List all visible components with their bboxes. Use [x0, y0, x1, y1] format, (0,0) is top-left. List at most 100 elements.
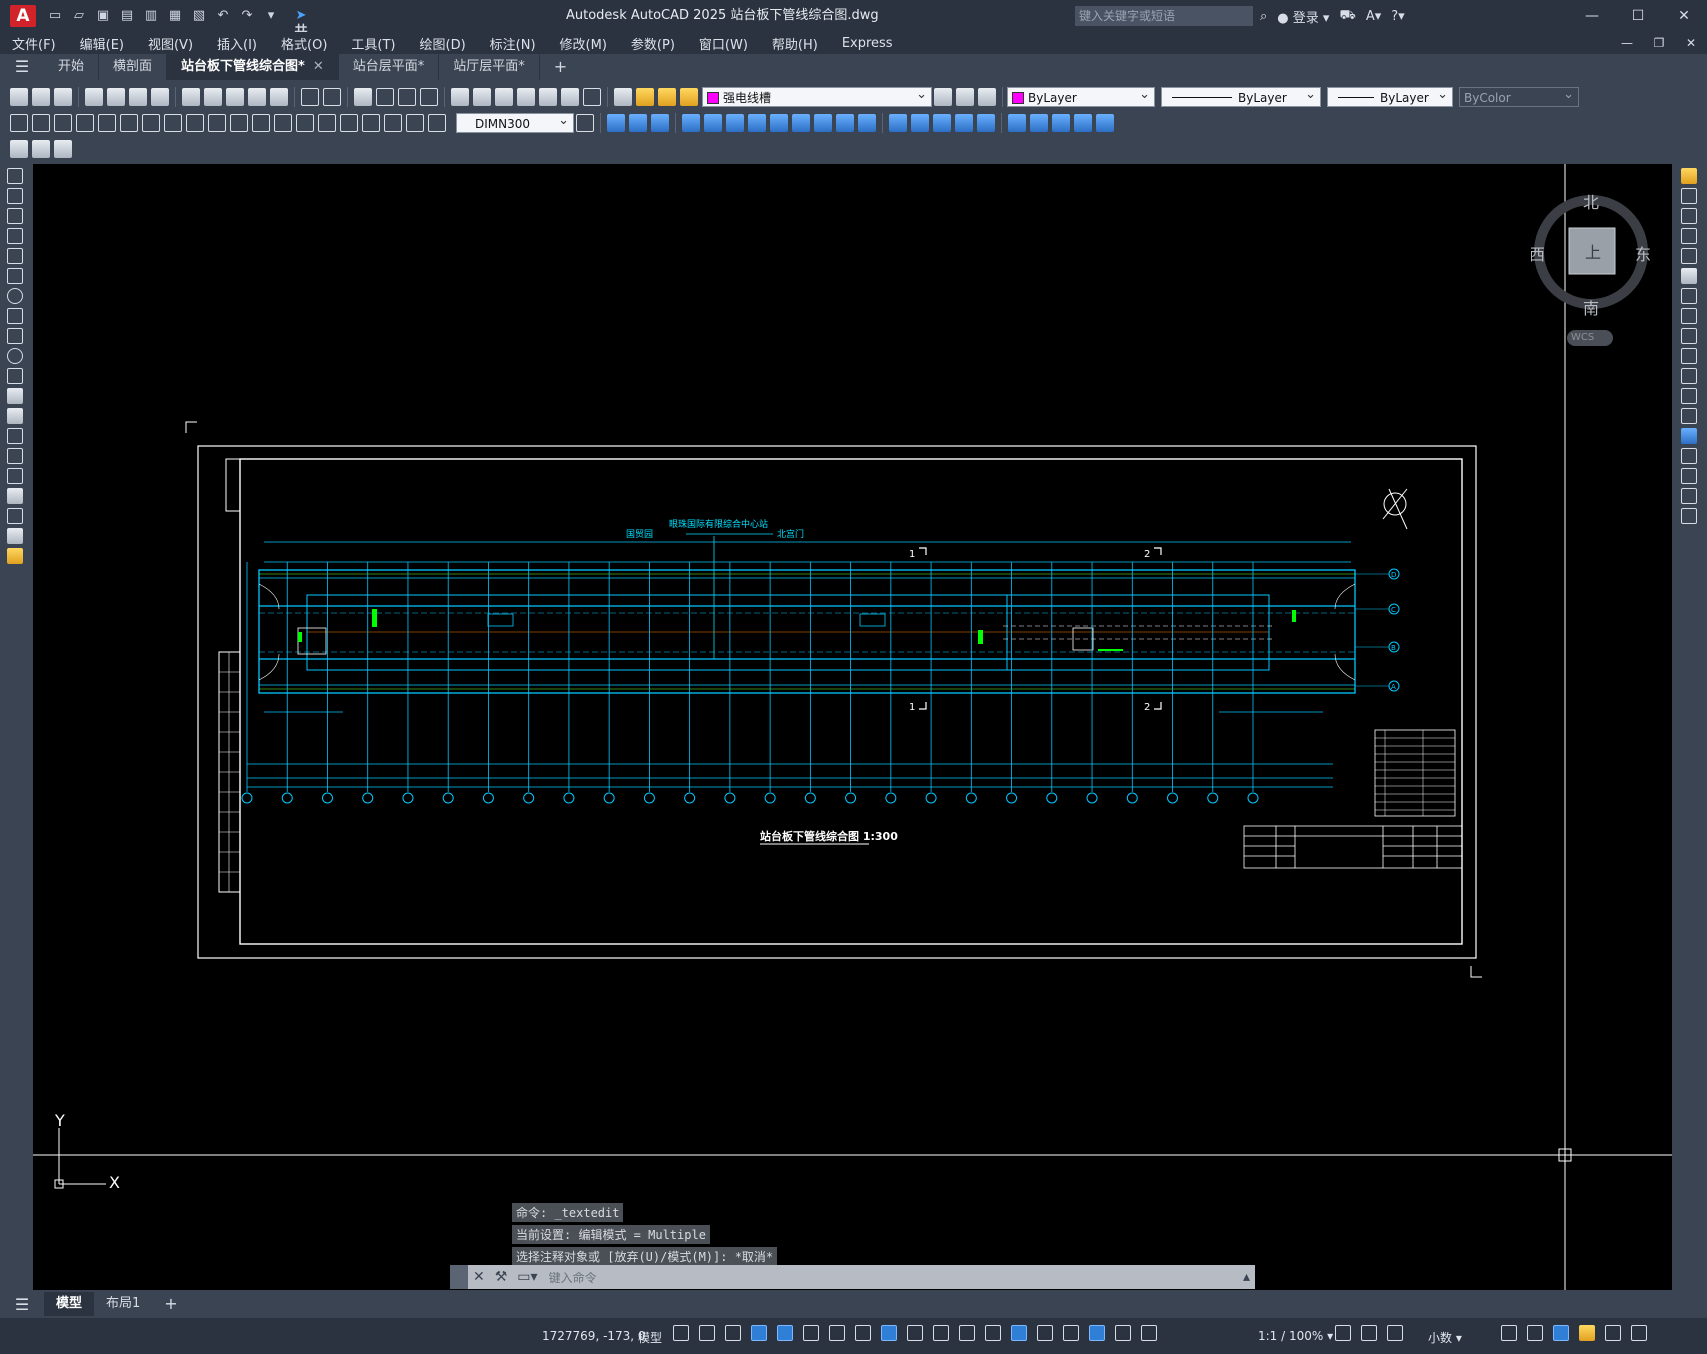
object-snap-tracking-icon[interactable]: [855, 1325, 871, 1341]
layer-freeze-sun-icon[interactable]: [658, 88, 676, 106]
new-file-icon[interactable]: ▭: [46, 8, 64, 24]
spline-icon[interactable]: [7, 328, 23, 344]
maximize-icon[interactable]: ☐: [1615, 0, 1661, 32]
markup-icon[interactable]: [539, 88, 557, 106]
zoom-previous-icon[interactable]: [420, 88, 438, 106]
annotation-scale-dropdown[interactable]: 1:1 / 100% ▾: [1258, 1329, 1333, 1343]
help-toolbar-icon[interactable]: [583, 88, 601, 106]
mirror-icon[interactable]: [1681, 208, 1697, 224]
command-line-grip[interactable]: [450, 1265, 468, 1289]
help-icon[interactable]: ?▾: [1391, 9, 1404, 24]
multiline-text-icon[interactable]: [7, 528, 23, 544]
isolate-objects-icon[interactable]: [1553, 1325, 1569, 1341]
viewcube-north[interactable]: 北: [1583, 193, 1599, 212]
plotstyle-dropdown[interactable]: ByColor: [1459, 85, 1579, 107]
ellipse-arc-icon[interactable]: [7, 368, 23, 384]
ordinate-dim-icon[interactable]: [76, 114, 94, 132]
dim-update-icon[interactable]: [428, 114, 446, 132]
paste-icon[interactable]: [226, 88, 244, 106]
visual-style-realistic-icon[interactable]: [955, 114, 973, 132]
layer-previous-icon[interactable]: [956, 88, 974, 106]
pdf-icon[interactable]: [151, 88, 169, 106]
linetype-dropdown[interactable]: ByLayer: [1161, 85, 1321, 107]
command-history-toggle-icon[interactable]: ▴: [1243, 1269, 1250, 1285]
tab-cross-section[interactable]: 横剖面: [99, 54, 168, 80]
redo-toolbar-icon[interactable]: [323, 88, 341, 106]
mesh-crease-icon[interactable]: [54, 140, 72, 158]
print-icon[interactable]: [85, 88, 103, 106]
tolerance-icon[interactable]: [296, 114, 314, 132]
ellipse-icon[interactable]: [7, 348, 23, 364]
login-button[interactable]: ● 登录 ▾: [1277, 7, 1329, 26]
infer-constraints-icon[interactable]: [725, 1325, 741, 1341]
annotation-visibility-icon[interactable]: [1089, 1325, 1105, 1341]
annotation-scale-icon[interactable]: [1141, 1325, 1157, 1341]
doc-close-icon[interactable]: ✕: [1675, 32, 1707, 54]
grid-icon[interactable]: [673, 1325, 689, 1341]
sheet-set-icon[interactable]: [517, 88, 535, 106]
print-preview-icon[interactable]: [107, 88, 125, 106]
object-snap-icon[interactable]: [881, 1325, 897, 1341]
blend-curves-icon[interactable]: [1681, 488, 1697, 504]
redo-icon[interactable]: ↷: [238, 8, 256, 24]
save-toolbar-icon[interactable]: [54, 88, 72, 106]
dynamic-ucs-icon[interactable]: [1011, 1325, 1027, 1341]
copy-object-icon[interactable]: [1681, 188, 1697, 204]
gradient-icon[interactable]: [7, 468, 23, 484]
menu-express[interactable]: Express: [830, 36, 905, 51]
clean-screen-icon[interactable]: [1605, 1325, 1621, 1341]
stretch-icon[interactable]: [1681, 328, 1697, 344]
web-save-icon[interactable]: ▦: [166, 8, 184, 24]
tool-palettes-icon[interactable]: [495, 88, 513, 106]
recent-commands-icon[interactable]: ▭▾: [517, 1269, 537, 1285]
attach-xref-icon[interactable]: [1052, 114, 1070, 132]
layer-states-icon[interactable]: [978, 88, 996, 106]
ucs-world-icon[interactable]: [704, 114, 722, 132]
command-input[interactable]: 键入命令: [549, 1269, 597, 1286]
new-icon[interactable]: [10, 88, 28, 106]
line-icon[interactable]: [7, 168, 23, 184]
units-icon[interactable]: [1387, 1325, 1403, 1341]
units-dropdown[interactable]: 小数 ▾: [1428, 1329, 1462, 1346]
ucs-view-icon[interactable]: [792, 114, 810, 132]
layout-menu-icon[interactable]: ☰: [0, 1295, 44, 1314]
dim-style-manager-icon[interactable]: [576, 114, 594, 132]
minimize-icon[interactable]: —: [1569, 0, 1615, 32]
ucs-3point-icon[interactable]: [858, 114, 876, 132]
tab-start[interactable]: 开始: [44, 54, 100, 80]
ucs-object-icon[interactable]: [770, 114, 788, 132]
jogged-dim-icon[interactable]: [120, 114, 138, 132]
doc-minimize-icon[interactable]: —: [1611, 32, 1643, 54]
tab-layout1[interactable]: 布局1: [94, 1292, 152, 1316]
table-icon[interactable]: [7, 508, 23, 524]
dimstyle-dropdown[interactable]: DIMN300: [456, 111, 574, 133]
search-icon[interactable]: ⌕: [1260, 9, 1267, 24]
make-block-icon[interactable]: [1030, 114, 1048, 132]
fillet-icon[interactable]: [1681, 468, 1697, 484]
construction-line-icon[interactable]: [7, 188, 23, 204]
dim-break-icon[interactable]: [274, 114, 292, 132]
transparency-icon[interactable]: [933, 1325, 949, 1341]
publish-icon[interactable]: [129, 88, 147, 106]
arc-length-icon[interactable]: [54, 114, 72, 132]
drawing-canvas[interactable]: 国贸园 眼珠国际有限综合中心站 北宫门 D C B A 1 2 1 2 站台板下…: [33, 164, 1672, 1290]
hamburger-menu-icon[interactable]: ☰: [0, 54, 44, 80]
tab-model[interactable]: 模型: [44, 1292, 95, 1316]
share-button[interactable]: ➤共享: [292, 8, 310, 55]
layer-lock-icon[interactable]: [680, 88, 698, 106]
diameter-dim-icon[interactable]: [142, 114, 160, 132]
region-icon[interactable]: [7, 488, 23, 504]
open-icon[interactable]: [32, 88, 50, 106]
center-mark-icon[interactable]: [318, 114, 336, 132]
tab-concourse-plan[interactable]: 站厅层平面*: [439, 54, 540, 80]
rotate-icon[interactable]: [1681, 288, 1697, 304]
match-properties-icon[interactable]: [248, 88, 266, 106]
search-input[interactable]: 键入关键字或短语: [1075, 6, 1253, 26]
properties-icon[interactable]: [451, 88, 469, 106]
menu-format[interactable]: 格式(O): [269, 34, 339, 53]
polygon-icon[interactable]: [7, 228, 23, 244]
point-icon[interactable]: [7, 428, 23, 444]
scale-icon[interactable]: [1681, 308, 1697, 324]
jogged-linear-icon[interactable]: [362, 114, 380, 132]
isometric-icon[interactable]: [829, 1325, 845, 1341]
